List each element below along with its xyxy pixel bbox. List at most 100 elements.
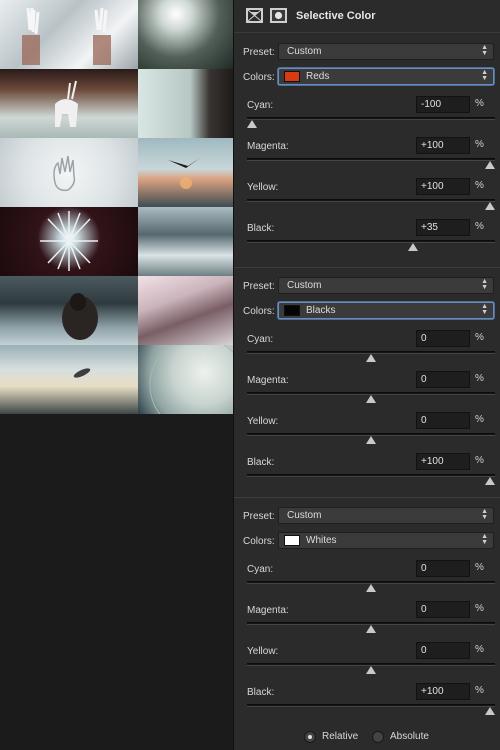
magenta-slider-thumb[interactable] bbox=[366, 395, 376, 403]
cyan-value-field[interactable]: -100 bbox=[416, 96, 470, 113]
yellow-label: Yellow: bbox=[247, 182, 279, 193]
dark-figure-tile bbox=[138, 69, 233, 138]
magenta-percent-sign: % bbox=[475, 139, 484, 150]
magenta-label: Magenta: bbox=[247, 141, 289, 152]
white-creature-tile bbox=[0, 69, 138, 138]
section-divider bbox=[234, 497, 500, 498]
updown-arrows-icon: ▲ ▼ bbox=[481, 69, 488, 82]
cyan-percent-sign: % bbox=[475, 332, 484, 343]
preset-dropdown[interactable]: Custom ▲ ▼ bbox=[278, 43, 494, 60]
black-label: Black: bbox=[247, 457, 275, 468]
cyan-percent-sign: % bbox=[475, 562, 484, 573]
cyan-slider-track[interactable] bbox=[247, 117, 495, 120]
embrace-rocks-tile bbox=[0, 276, 138, 345]
updown-arrows-icon: ▲ ▼ bbox=[481, 278, 488, 291]
bird-fire-tile bbox=[138, 138, 233, 207]
absolute-radio[interactable] bbox=[372, 731, 384, 743]
preset-value: Custom bbox=[287, 280, 322, 291]
yellow-percent-sign: % bbox=[475, 644, 484, 655]
colors-label: Colors: bbox=[243, 306, 275, 317]
updown-arrows-icon: ▲ ▼ bbox=[481, 533, 488, 546]
updown-arrows-icon: ▲ ▼ bbox=[481, 303, 488, 316]
magenta-percent-sign: % bbox=[475, 373, 484, 384]
magenta-label: Magenta: bbox=[247, 605, 289, 616]
black-value-field[interactable]: +35 bbox=[416, 219, 470, 236]
relative-radio[interactable] bbox=[304, 731, 316, 743]
flying-object-tile bbox=[0, 345, 138, 414]
colors-value: Whites bbox=[306, 535, 337, 546]
layer-mask-icon[interactable] bbox=[270, 8, 287, 23]
black-slider-thumb[interactable] bbox=[485, 707, 495, 715]
sky-landscape-tile bbox=[138, 0, 233, 69]
colors-label: Colors: bbox=[243, 72, 275, 83]
preset-dropdown[interactable]: Custom ▲ ▼ bbox=[278, 507, 494, 524]
magenta-value-field[interactable]: 0 bbox=[416, 601, 470, 618]
black-slider-thumb[interactable] bbox=[407, 243, 418, 251]
black-value-field[interactable]: +100 bbox=[416, 453, 470, 470]
magenta-percent-sign: % bbox=[475, 603, 484, 614]
color-swatch bbox=[284, 305, 300, 316]
colors-dropdown[interactable]: Whites ▲ ▼ bbox=[278, 532, 494, 549]
yellow-label: Yellow: bbox=[247, 416, 279, 427]
snow-handprint-tile bbox=[0, 138, 138, 207]
magenta-value-field[interactable]: +100 bbox=[416, 137, 470, 154]
image-gallery bbox=[0, 0, 233, 750]
black-value-field[interactable]: +100 bbox=[416, 683, 470, 700]
black-label: Black: bbox=[247, 687, 275, 698]
yellow-label: Yellow: bbox=[247, 646, 279, 657]
frozen-cliffs-tile bbox=[138, 207, 233, 276]
preset-value: Custom bbox=[287, 46, 322, 57]
cyan-label: Cyan: bbox=[247, 564, 274, 575]
yellow-slider-thumb[interactable] bbox=[366, 436, 376, 444]
yellow-slider-thumb[interactable] bbox=[485, 202, 495, 210]
cyan-value-field[interactable]: 0 bbox=[416, 560, 470, 577]
black-slider-thumb[interactable] bbox=[485, 477, 495, 485]
magenta-label: Magenta: bbox=[247, 375, 289, 386]
yellow-percent-sign: % bbox=[475, 180, 484, 191]
color-swatch bbox=[284, 535, 300, 546]
pink-mountains-tile bbox=[138, 276, 233, 345]
black-percent-sign: % bbox=[475, 685, 484, 696]
absolute-label: Absolute bbox=[390, 731, 429, 742]
magenta-slider-thumb[interactable] bbox=[366, 625, 376, 633]
cyan-percent-sign: % bbox=[475, 98, 484, 109]
black-slider-track[interactable] bbox=[247, 474, 495, 477]
preset-label: Preset: bbox=[243, 47, 275, 58]
preset-label: Preset: bbox=[243, 511, 275, 522]
colors-value: Blacks bbox=[306, 305, 336, 316]
magenta-slider-thumb[interactable] bbox=[485, 161, 495, 169]
panel-title: Selective Color bbox=[296, 10, 376, 22]
section-divider bbox=[234, 267, 500, 268]
yellow-slider-track[interactable] bbox=[247, 199, 495, 202]
relative-label: Relative bbox=[322, 731, 359, 742]
cyan-value-field[interactable]: 0 bbox=[416, 330, 470, 347]
cyan-slider-thumb[interactable] bbox=[366, 354, 376, 362]
colors-dropdown[interactable]: Reds ▲ ▼ bbox=[278, 68, 494, 85]
updown-arrows-icon: ▲ ▼ bbox=[481, 44, 488, 57]
colors-dropdown[interactable]: Blacks ▲ ▼ bbox=[278, 302, 494, 319]
black-percent-sign: % bbox=[475, 455, 484, 466]
black-slider-track[interactable] bbox=[247, 240, 495, 243]
black-label: Black: bbox=[247, 223, 275, 234]
magenta-slider-track[interactable] bbox=[247, 158, 495, 161]
yellow-value-field[interactable]: 0 bbox=[416, 642, 470, 659]
yellow-percent-sign: % bbox=[475, 414, 484, 425]
planet-tile bbox=[138, 345, 233, 414]
colors-label: Colors: bbox=[243, 536, 275, 547]
color-swatch bbox=[284, 71, 300, 82]
updown-arrows-icon: ▲ ▼ bbox=[481, 508, 488, 521]
yellow-slider-thumb[interactable] bbox=[366, 666, 376, 674]
cyan-label: Cyan: bbox=[247, 100, 274, 111]
yellow-value-field[interactable]: 0 bbox=[416, 412, 470, 429]
cyan-slider-thumb[interactable] bbox=[366, 584, 376, 592]
yellow-value-field[interactable]: +100 bbox=[416, 178, 470, 195]
cyan-slider-thumb[interactable] bbox=[247, 120, 257, 128]
colors-value: Reds bbox=[306, 71, 330, 82]
panel-header: Selective Color bbox=[234, 0, 500, 33]
selective-color-icon[interactable] bbox=[246, 8, 263, 23]
black-slider-track[interactable] bbox=[247, 704, 495, 707]
black-percent-sign: % bbox=[475, 221, 484, 232]
preset-value: Custom bbox=[287, 510, 322, 521]
magenta-value-field[interactable]: 0 bbox=[416, 371, 470, 388]
preset-dropdown[interactable]: Custom ▲ ▼ bbox=[278, 277, 494, 294]
